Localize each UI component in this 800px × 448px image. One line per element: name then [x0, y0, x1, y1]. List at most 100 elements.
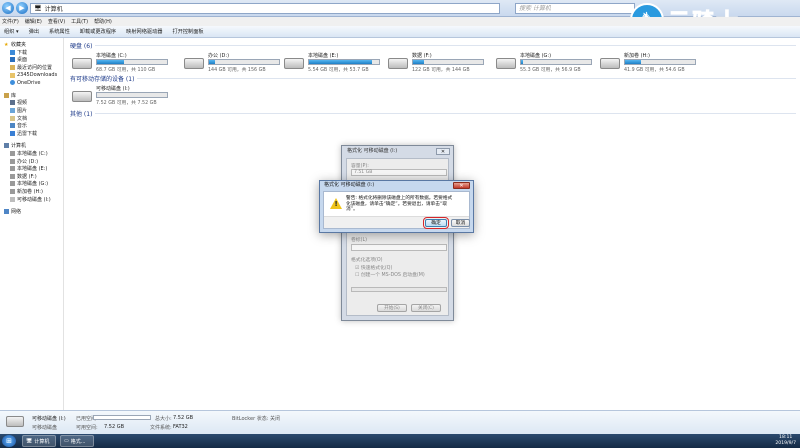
command-bar: 组织 ▾ 弹出 系统属性 卸载或更改程序 映射网络驱动器 打开控制面板	[0, 26, 800, 38]
sidebar-item-drive-i[interactable]: 可移动磁盘 (I:)	[0, 195, 63, 203]
drive-icon	[10, 166, 15, 172]
format-dialog: 格式化 可移动磁盘 (I:) ✕ 容量(P): 7.51 GB 卷标(L) 格式…	[341, 145, 454, 321]
drive-icon	[284, 58, 304, 69]
folder-icon	[10, 72, 15, 78]
details-pane: 可移动磁盘 (I:) 可移动磁盘 已用空间: 可用空间: 7.52 GB 总大小…	[0, 410, 800, 434]
start-button[interactable]: 开始(S)	[377, 304, 407, 312]
menu-help[interactable]: 帮助(H)	[94, 18, 112, 25]
group-header-other[interactable]: 其他 (1)	[70, 109, 796, 118]
menu-file[interactable]: 文件(F)	[2, 18, 19, 25]
video-icon	[10, 100, 15, 106]
sidebar-item-documents[interactable]: 文档	[0, 114, 63, 122]
sidebar-item-drive-c[interactable]: 本地磁盘 (C:)	[0, 150, 63, 158]
back-arrow-icon[interactable]: ◀	[2, 2, 14, 14]
warning-icon: !	[330, 198, 342, 209]
download-folder-icon	[10, 49, 15, 55]
format-dialog-close-button[interactable]: ✕	[436, 148, 450, 155]
sidebar-item-thunder[interactable]: 迅雷下载	[0, 130, 63, 138]
music-icon	[10, 123, 15, 129]
usage-bar	[412, 59, 484, 65]
cancel-button[interactable]: 取消	[451, 219, 470, 227]
drive-f[interactable]: 数据 (F:) 122 GB 可用，共 144 GB	[388, 52, 484, 76]
sidebar-item-2345downloads[interactable]: 2345Downloads	[0, 71, 63, 79]
drive-e[interactable]: 本地磁盘 (E:) 5.54 GB 可用，共 53.7 GB	[284, 52, 380, 76]
usage-bar	[96, 59, 168, 65]
drive-icon	[10, 158, 15, 164]
menu-edit[interactable]: 编辑(E)	[25, 18, 42, 25]
format-warning-dialog: 格式化 可移动磁盘 (I:) ✕ ! 警告: 格式化将删除该磁盘上的所有数据。若…	[319, 180, 474, 233]
usage-bar	[520, 59, 592, 65]
details-usage-bar	[93, 415, 151, 420]
usage-bar	[208, 59, 280, 65]
nav-buttons: ◀ ▶	[2, 2, 28, 14]
drive-c[interactable]: 本地磁盘 (C:) 68.7 GB 可用，共 110 GB	[72, 52, 168, 76]
sidebar-item-videos[interactable]: 视频	[0, 99, 63, 107]
network-icon	[4, 209, 9, 215]
warning-dialog-close-button[interactable]: ✕	[453, 182, 470, 189]
start-orb-icon[interactable]: ⊞	[2, 435, 16, 447]
taskbar: ⊞ 🖥 计算机 ▭ 格式... 18:11 2019/9/7	[0, 434, 800, 448]
ok-button[interactable]: 确定	[423, 217, 449, 229]
star-icon: ★	[4, 42, 9, 49]
organize-button[interactable]: 组织 ▾	[4, 28, 19, 35]
sidebar-item-drive-g[interactable]: 本地磁盘 (G:)	[0, 180, 63, 188]
library-icon	[4, 92, 9, 98]
warning-message: 警告: 格式化将删除该磁盘上的所有数据。若要格式化该磁盘，请单击“确定”。若要退…	[346, 196, 453, 213]
system-properties-button[interactable]: 系统属性	[49, 28, 70, 35]
drive-d[interactable]: 办公 (D:) 144 GB 可用，共 156 GB	[184, 52, 280, 76]
sidebar-item-drive-h[interactable]: 新加卷 (H:)	[0, 188, 63, 196]
capacity-select[interactable]: 7.51 GB	[351, 169, 447, 176]
sidebar-item-onedrive[interactable]: OneDrive	[0, 79, 63, 87]
sidebar-item-music[interactable]: 音乐	[0, 122, 63, 130]
sidebar-item-drive-e[interactable]: 本地磁盘 (E:)	[0, 165, 63, 173]
sidebar-item-recent[interactable]: 最近访问的位置	[0, 64, 63, 72]
drive-icon	[10, 173, 15, 179]
address-bar[interactable]: 🖥 计算机	[30, 3, 500, 14]
system-clock[interactable]: 18:11 2019/9/7	[775, 435, 796, 447]
details-type: 可移动磁盘	[32, 425, 58, 431]
search-input[interactable]: 搜索 计算机	[515, 3, 635, 14]
usb-drive-icon	[6, 416, 24, 427]
uninstall-button[interactable]: 卸载或更改程序	[80, 28, 116, 35]
drive-icon	[10, 181, 15, 187]
drive-h[interactable]: 新加卷 (H:) 41.9 GB 可用，共 54.6 GB	[600, 52, 696, 76]
sidebar-item-desktop[interactable]: 桌面	[0, 56, 63, 64]
drive-icon	[600, 58, 620, 69]
usage-bar	[624, 59, 696, 65]
drive-icon	[388, 58, 408, 69]
sidebar-libraries[interactable]: 库	[0, 92, 63, 100]
msdos-checkbox[interactable]: ☐ 创建一个 MS-DOS 启动盘(M)	[355, 271, 425, 278]
menu-view[interactable]: 查看(V)	[48, 18, 65, 25]
sidebar-item-pictures[interactable]: 图片	[0, 107, 63, 115]
sidebar-item-downloads[interactable]: 下载	[0, 49, 63, 57]
forward-arrow-icon[interactable]: ▶	[16, 2, 28, 14]
address-path: 计算机	[44, 6, 63, 13]
computer-icon: 🖥	[26, 438, 33, 444]
taskbar-item-computer[interactable]: 🖥 计算机	[22, 435, 56, 447]
capacity-label: 容量(P):	[351, 164, 369, 169]
map-network-drive-button[interactable]: 映射网络驱动器	[126, 28, 162, 35]
drive-g[interactable]: 本地磁盘 (G:) 55.3 GB 可用，共 56.9 GB	[496, 52, 592, 76]
computer-icon: 🖥	[34, 5, 42, 12]
close-button[interactable]: 关闭(C)	[411, 304, 441, 312]
sidebar-item-drive-f[interactable]: 数据 (F:)	[0, 173, 63, 181]
details-name: 可移动磁盘 (I:)	[32, 416, 66, 422]
volume-label-input[interactable]	[351, 244, 447, 251]
volume-label: 卷标(L)	[351, 238, 368, 243]
usage-bar	[308, 59, 380, 65]
quick-format-checkbox[interactable]: ☑ 快速格式化(Q)	[355, 264, 392, 271]
sidebar-computer[interactable]: 计算机	[0, 142, 63, 150]
drive-i-removable[interactable]: 可移动磁盘 (I:) 7.52 GB 可用，共 7.52 GB	[72, 85, 176, 109]
navigation-pane: ★ 收藏夹 下载 桌面 最近访问的位置 2345Downloads OneDriv…	[0, 38, 64, 410]
eject-button[interactable]: 弹出	[29, 28, 39, 35]
drive-icon	[10, 151, 15, 157]
group-header-removable[interactable]: 有可移动存储的设备 (1)	[70, 74, 796, 83]
sidebar-network[interactable]: 网络	[0, 208, 63, 216]
menu-tools[interactable]: 工具(T)	[71, 18, 88, 25]
sidebar-favorites[interactable]: ★ 收藏夹	[0, 41, 63, 49]
group-header-hdd[interactable]: 硬盘 (6)	[70, 41, 796, 50]
sidebar-item-drive-d[interactable]: 办公 (D:)	[0, 157, 63, 165]
control-panel-button[interactable]: 打开控制面板	[172, 28, 203, 35]
taskbar-item-format[interactable]: ▭ 格式...	[60, 435, 94, 447]
details-fs-value: FAT32	[173, 424, 188, 430]
